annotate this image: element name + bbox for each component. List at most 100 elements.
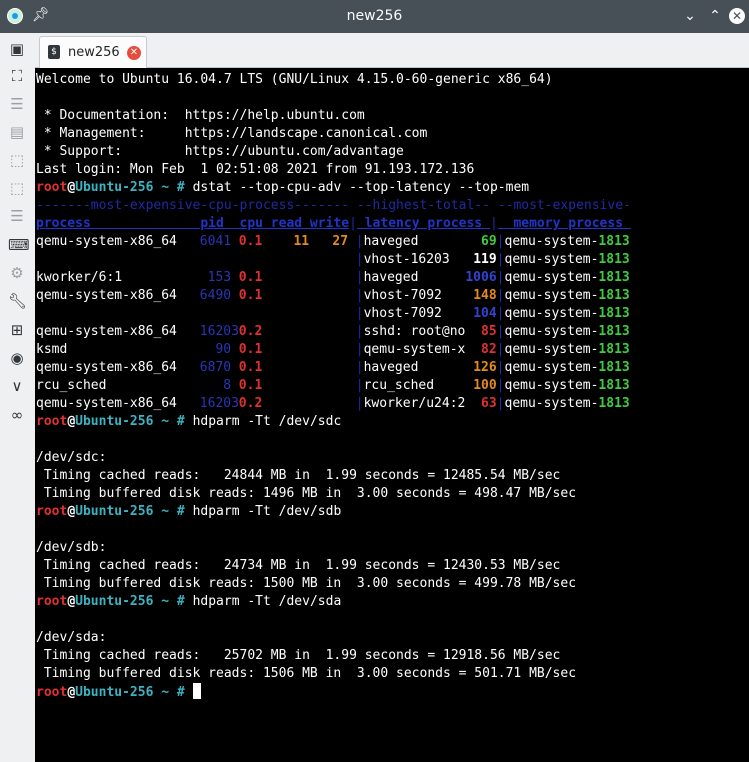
prompt-sep: ~ # xyxy=(153,594,193,609)
dstat-lat-value: 85 xyxy=(473,324,497,339)
minimize-icon[interactable]: ⌄ xyxy=(682,8,698,24)
dstat-pid: 16203 xyxy=(199,396,239,411)
dstat-mem-value: 1813 xyxy=(598,378,630,393)
dstat-cpu: 0.1 xyxy=(238,342,271,357)
dstat-mem-name: qemu-system- xyxy=(504,234,599,249)
tab-new256[interactable]: $ new256 ✕ xyxy=(39,36,147,68)
prompt-line: root@Ubuntu-256 ~ # dstat --top-cpu-adv … xyxy=(36,179,529,197)
column-separator: | xyxy=(355,252,364,267)
dstat-row: |vhost-16203 119|qemu-system-1813 xyxy=(36,251,630,269)
tab-label: new256 xyxy=(68,45,120,60)
dstat-mem-columns: memory process xyxy=(497,216,631,231)
dstat-mem-name: qemu-system- xyxy=(504,270,599,285)
dstat-lat-name: sshd: root@no xyxy=(363,324,474,339)
dstat-mem-name: qemu-system- xyxy=(504,342,599,357)
dstat-lat-name: vhost-7092 xyxy=(363,306,474,321)
prompt-user: root xyxy=(36,180,68,195)
prompt-line: root@Ubuntu-256 ~ # hdparm -Tt /dev/sdb xyxy=(36,503,341,521)
dstat-mem-value: 1813 xyxy=(598,396,630,411)
dstat-proc: rcu_sched xyxy=(36,378,201,393)
column-separator: | xyxy=(355,288,364,303)
prompt-host: Ubuntu-256 xyxy=(75,180,154,195)
tab-close-icon[interactable]: ✕ xyxy=(127,46,141,60)
column-separator: | xyxy=(496,360,505,375)
dstat-lat-columns: latency process xyxy=(356,216,490,231)
terminal-output[interactable]: Welcome to Ubuntu 16.04.7 LTS (GNU/Linux… xyxy=(35,68,749,762)
prompt-at: @ xyxy=(67,685,76,700)
prompt-host: Ubuntu-256 xyxy=(75,504,154,519)
dstat-mem-name: qemu-system- xyxy=(504,288,599,303)
link-icon[interactable]: ∞ xyxy=(8,406,26,424)
dstat-lat-name: kworker/u24:2 xyxy=(363,396,474,411)
prompt-at: @ xyxy=(67,180,76,195)
column-separator: | xyxy=(355,234,364,249)
prompt-sep: ~ # xyxy=(153,414,193,429)
dstat-mem-value: 1813 xyxy=(598,288,630,303)
dstat-row: ksmd 90 0.1 |qemu-system-x 82|qemu-syste… xyxy=(36,341,630,359)
dstat-row: qemu-system-x86_64 162030.2 |sshd: root@… xyxy=(36,323,630,341)
dstat-pid: 16203 xyxy=(199,324,239,339)
dstat-mem-group: --most-expensive- xyxy=(497,198,631,213)
window-titlebar[interactable]: 📌︎ new256 ⌄ ⌃ ✕ xyxy=(0,0,749,33)
prompt-host: Ubuntu-256 xyxy=(75,414,154,429)
prompt-line: root@Ubuntu-256 ~ # hdparm -Tt /dev/sdc xyxy=(36,413,341,431)
keyboard-icon[interactable]: ⌨ xyxy=(8,236,30,254)
dstat-mem-value: 1813 xyxy=(598,306,630,321)
list-icon[interactable]: ☰ xyxy=(8,207,26,225)
dstat-pid: 8 xyxy=(199,378,239,393)
chevron-down-icon[interactable]: ∨ xyxy=(8,377,26,395)
dstat-proc: qemu-system-x86_64 xyxy=(36,234,201,249)
column-separator: | xyxy=(496,234,505,249)
fullscreen-icon[interactable]: ⛶ xyxy=(8,67,26,85)
menu-icon[interactable]: ☰ xyxy=(8,95,26,113)
close-icon[interactable]: ✕ xyxy=(729,8,745,24)
terminal-line: /dev/sdc: xyxy=(36,450,107,465)
terminal-line: /dev/sdb: xyxy=(36,540,107,555)
dstat-lat-value: 100 xyxy=(473,378,497,393)
split-view-icon[interactable]: ⬚ xyxy=(8,179,26,197)
dstat-cpu-group: -------most-expensive-cpu-process------- xyxy=(36,198,350,213)
new-window-icon[interactable]: ▤ xyxy=(8,123,26,141)
tools-icon[interactable]: 🔧︎ xyxy=(8,292,27,310)
prompt-at: @ xyxy=(67,594,76,609)
column-separator: | xyxy=(496,270,505,285)
maximize-icon[interactable]: ⌃ xyxy=(707,8,723,24)
dstat-cpu: 0.2 xyxy=(238,324,271,339)
split-icon[interactable]: ⬚ xyxy=(8,151,26,169)
dstat-mem-value: 1813 xyxy=(598,324,630,339)
terminal-line: Last login: Mon Feb 1 02:51:08 2021 from… xyxy=(36,162,475,177)
sidebar: ▣ ⛶ ☰ ▤ ⬚ ⬚ ☰ ⌨ ⚙ 🔧︎ ⊞ ◉ ∨ ∞ xyxy=(0,33,35,762)
dstat-mem-value: 1813 xyxy=(598,360,630,375)
settings-icon[interactable]: ⚙ xyxy=(8,264,26,282)
dstat-mem-name: qemu-system- xyxy=(504,306,599,321)
column-separator: | xyxy=(355,396,364,411)
command-text: hdparm -Tt /dev/sda xyxy=(192,594,342,609)
dstat-row: qemu-system-x86_64 162030.2 |kworker/u24… xyxy=(36,395,630,413)
dstat-mem-value: 1813 xyxy=(598,252,630,267)
dstat-lat-name: rcu_sched xyxy=(363,378,474,393)
dstat-lat-value: 1006 xyxy=(465,270,497,285)
add-tab-icon[interactable]: ⊞ xyxy=(8,321,26,339)
dstat-cpu: 0.1 xyxy=(238,234,271,249)
dstat-pid: 6490 xyxy=(199,288,239,303)
dstat-lat-value: 148 xyxy=(473,288,497,303)
prompt-user: root xyxy=(36,594,68,609)
command-text: hdparm -Tt /dev/sdc xyxy=(192,414,342,429)
dstat-lat-name: vhost-16203 xyxy=(363,252,474,267)
prompt-host: Ubuntu-256 xyxy=(75,594,154,609)
column-separator: | xyxy=(355,324,364,339)
prompt-sep: ~ # xyxy=(153,504,193,519)
dstat-row: |vhost-7092 104|qemu-system-1813 xyxy=(36,305,630,323)
terminal-line: /dev/sda: xyxy=(36,630,107,645)
dstat-mem-value: 1813 xyxy=(598,342,630,357)
column-separator: | xyxy=(496,306,505,321)
camera-icon[interactable]: ◉ xyxy=(8,349,26,367)
prompt-sep: ~ # xyxy=(153,685,193,700)
dstat-row: qemu-system-x86_64 6041 0.1 11 27 |haveg… xyxy=(36,233,630,251)
dstat-row: rcu_sched 8 0.1 |rcu_sched 100|qemu-syst… xyxy=(36,377,630,395)
dstat-row: qemu-system-x86_64 6490 0.1 |vhost-7092 … xyxy=(36,287,630,305)
terminal-line: Timing cached reads: 24734 MB in 1.99 se… xyxy=(36,558,561,573)
column-separator: | xyxy=(496,378,505,393)
session-icon[interactable]: ▣ xyxy=(8,40,26,58)
dstat-mem-value: 1813 xyxy=(598,270,630,285)
